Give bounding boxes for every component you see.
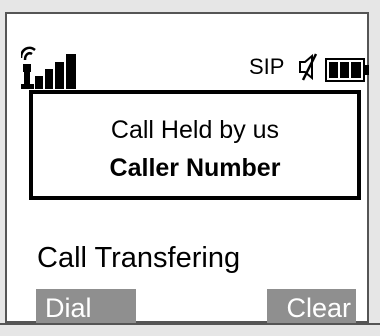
mute-speaker-icon — [299, 53, 318, 81]
sip-status-label: SIP — [249, 54, 285, 79]
signal-strength-icon — [21, 46, 76, 89]
caller-number-label: Caller Number — [109, 154, 281, 182]
status-bar: SIP — [7, 14, 369, 89]
battery-full-icon — [325, 58, 369, 82]
call-info-box: Call Held by us Caller Number — [29, 90, 361, 200]
device-bezel-top — [0, 0, 380, 12]
call-status-text: Call Held by us — [110, 116, 280, 144]
device-bezel-bottom — [0, 323, 380, 336]
transfer-status-text: Call Transfering — [37, 242, 241, 274]
phone-screen: SIP Call Held by us Caller Number Call T… — [5, 12, 369, 328]
